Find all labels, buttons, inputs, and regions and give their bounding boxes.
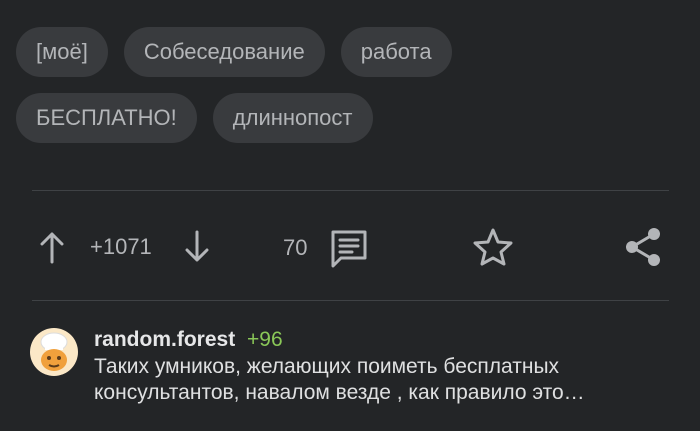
tag-besplatno[interactable]: БЕСПЛАТНО! (16, 93, 197, 143)
comment-text-line: консультантов, навалом везде , как прави… (94, 381, 585, 404)
comment-text-line: Таких умников, желающих поиметь бесплатн… (94, 355, 560, 378)
avatar[interactable] (30, 328, 78, 376)
tag-sobesedovanie[interactable]: Собеседование (123, 27, 325, 77)
tag-rabota[interactable]: работа (340, 27, 452, 77)
chef-avatar-icon (40, 332, 68, 371)
tag-list: [моё] Собеседование работа БЕСПЛАТНО! дл… (16, 27, 686, 159)
divider-top (32, 190, 669, 191)
comment-text: Таких умников, желающих поиметь бесплатн… (94, 354, 674, 406)
tag-row: БЕСПЛАТНО! длиннопост (16, 93, 686, 143)
downvote-button[interactable] (183, 230, 211, 264)
upvote-button[interactable] (38, 230, 66, 264)
divider-bottom (32, 300, 669, 301)
tag-row: [моё] Собеседование работа (16, 27, 686, 77)
comment-rating: +96 (247, 328, 283, 351)
save-button[interactable] (472, 227, 514, 267)
post-rating: +1071 (90, 234, 152, 259)
share-button[interactable] (623, 226, 663, 268)
comment-icon (329, 228, 369, 268)
tag-dlinnopost[interactable]: длиннопост (212, 93, 373, 143)
comment-author[interactable]: random.forest (94, 328, 235, 351)
comments-count: 70 (283, 235, 308, 260)
post-actions-bar: +1071 70 (0, 192, 700, 300)
rating-container: +1071 (90, 234, 152, 260)
share-icon (626, 228, 660, 266)
arrow-down-icon (185, 230, 209, 262)
comments-button[interactable]: 70 (283, 228, 369, 268)
tag-moe[interactable]: [моё] (16, 27, 108, 77)
star-icon (473, 228, 513, 266)
comment-header: random.forest +96 (94, 328, 283, 352)
arrow-up-icon (40, 232, 64, 264)
